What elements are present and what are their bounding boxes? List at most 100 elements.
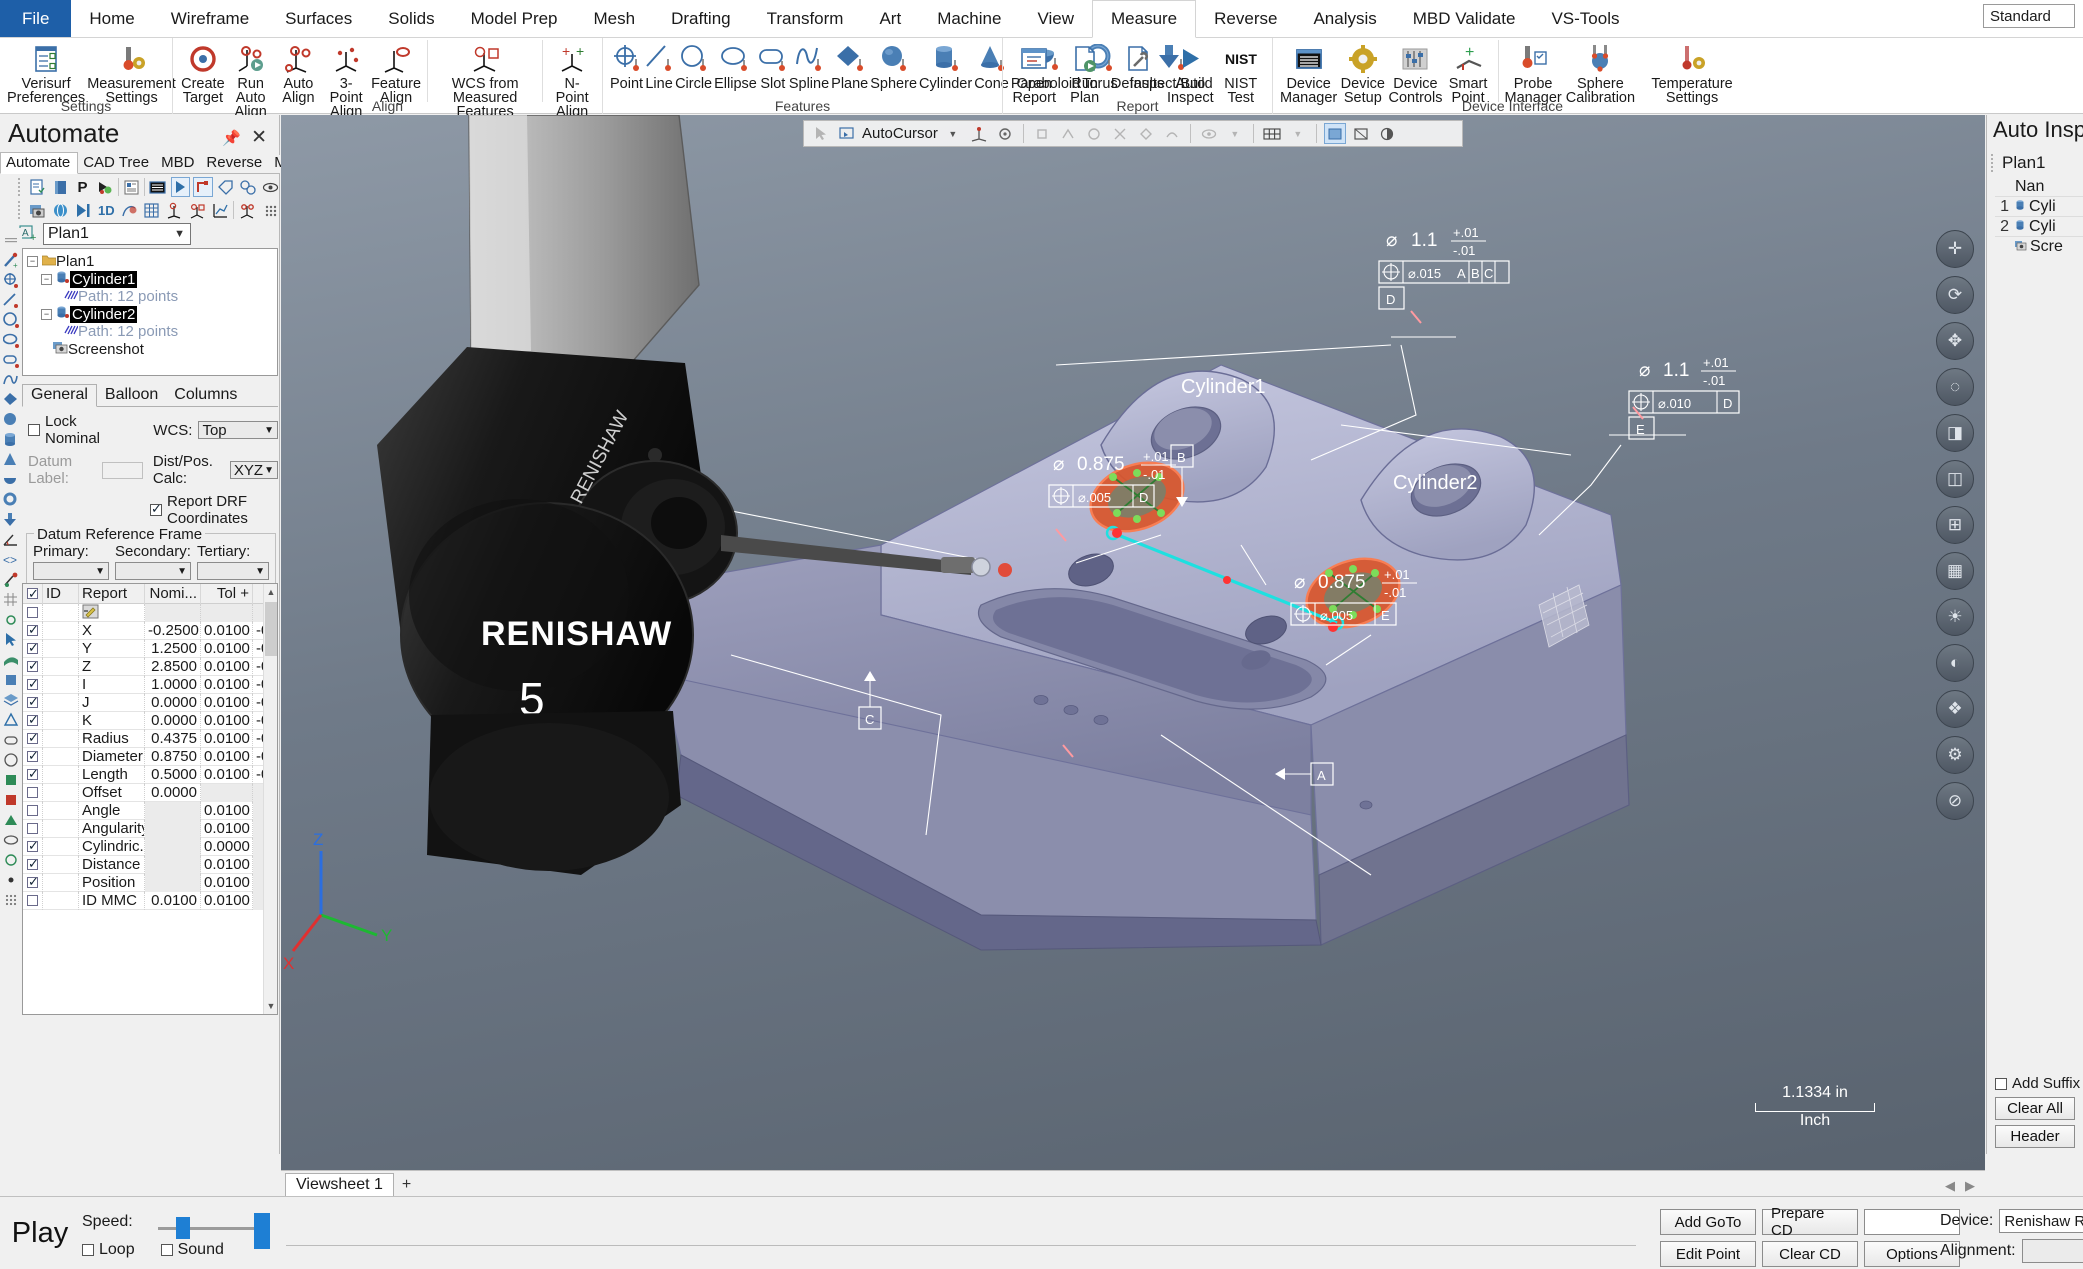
ribbon-tab-wireframe[interactable]: Wireframe	[153, 0, 267, 37]
row-checkbox[interactable]	[27, 823, 38, 835]
table-row[interactable]: I1.00000.0100-0.0100	[23, 675, 277, 694]
measure-spline-icon[interactable]	[2, 370, 20, 389]
row-checkbox-cell[interactable]	[23, 603, 43, 622]
measure-tool-icon[interactable]: ⊞	[1936, 506, 1974, 544]
ribbon-button-create-target[interactable]: Create Target	[179, 40, 227, 105]
ribbon-button-sphere[interactable]: Sphere	[869, 40, 918, 91]
cell-nominal[interactable]	[145, 603, 201, 622]
row-checkbox[interactable]	[27, 856, 39, 872]
cell-report[interactable]: Position	[79, 873, 145, 892]
measure-cylinder-icon[interactable]	[2, 430, 20, 449]
plan-letter-icon[interactable]: P	[73, 177, 92, 197]
speed-slider-track[interactable]	[158, 1227, 268, 1230]
balloon-icon[interactable]	[238, 177, 257, 197]
green-square-icon[interactable]	[2, 770, 20, 789]
chevron-down-icon[interactable]: ▼	[942, 123, 964, 144]
row-checkbox[interactable]	[27, 787, 38, 799]
table-row[interactable]: Radius0.43750.0100-0.0100	[23, 729, 277, 748]
grip-icon[interactable]	[2, 230, 20, 249]
table-row[interactable]: X-0.25000.0100-0.0100	[23, 621, 277, 640]
workspace-selector[interactable]: Standard	[1983, 4, 2075, 28]
cell-report[interactable]: X	[79, 621, 145, 640]
row-checkbox[interactable]	[27, 622, 39, 638]
row-checkbox-cell[interactable]	[23, 765, 43, 784]
cell-report[interactable]: Radius	[79, 729, 145, 748]
pin-icon[interactable]: 📌	[222, 129, 241, 147]
row-checkbox[interactable]	[27, 658, 39, 674]
ribbon-tab-analysis[interactable]: Analysis	[1295, 0, 1394, 37]
dist-pos-calc-select[interactable]: XYZ ▼	[229, 461, 278, 479]
measure-plane-icon[interactable]	[2, 390, 20, 409]
ribbon-button-ellipse[interactable]: Ellipse	[713, 40, 758, 91]
ribbon-tab-mbd-validate[interactable]: MBD Validate	[1395, 0, 1534, 37]
clear-all-button[interactable]: Clear All	[1995, 1097, 2075, 1120]
ribbon-button-auto-align[interactable]: Auto Align	[275, 40, 323, 105]
scroll-up-icon[interactable]: ▲	[265, 585, 277, 599]
grid-view-icon[interactable]	[148, 177, 167, 197]
viewport-toolbar[interactable]: AutoCursor ▼ ▼ ▼	[803, 120, 1463, 147]
ribbon-button-line[interactable]: Line	[644, 40, 674, 91]
add-goto-button[interactable]: Add GoTo	[1660, 1209, 1756, 1235]
panel-tab-cad-tree[interactable]: CAD Tree	[78, 153, 156, 173]
cell-tol-plus[interactable]	[201, 603, 253, 622]
collapse-icon[interactable]: −	[27, 255, 38, 267]
cell-nominal[interactable]: 1.2500	[145, 639, 201, 658]
target-probe-icon[interactable]	[2, 570, 20, 589]
ribbon-button-slot[interactable]: Slot	[758, 40, 788, 91]
tree-item-path-1[interactable]: Path: 12 points	[63, 288, 277, 305]
ribbon-tab-file[interactable]: File	[0, 0, 72, 37]
collapse-icon[interactable]: −	[41, 273, 52, 285]
ribbon-tab-drafting[interactable]: Drafting	[653, 0, 749, 37]
column-header-tol-plus[interactable]: Tol +	[201, 584, 253, 604]
autocursor-icon[interactable]	[836, 123, 858, 144]
row-checkbox-cell[interactable]	[23, 891, 43, 910]
edit-point-button[interactable]: Edit Point	[1660, 1241, 1756, 1267]
list-item[interactable]: 2 Cyli	[1995, 217, 2083, 237]
feature-properties-table[interactable]: ID Report Nomi... Tol + Tol - X-0.25000.…	[22, 583, 278, 1015]
tree-item-cylinder2[interactable]: − Cylinder2	[41, 305, 277, 323]
cell-report[interactable]: Length	[79, 765, 145, 784]
cell-nominal[interactable]: 1.0000	[145, 675, 201, 694]
play-plan-icon[interactable]	[170, 177, 191, 197]
chart-axis-icon[interactable]	[211, 200, 231, 220]
snap-settings-icon[interactable]	[994, 123, 1016, 144]
viewsheet-next-icon[interactable]: ▶	[1965, 1178, 1975, 1194]
ribbon-button-open-report[interactable]: Open Report	[1009, 40, 1059, 105]
column-header-report[interactable]: Report	[79, 584, 145, 604]
select-mode-icon[interactable]	[810, 123, 832, 144]
cell-tol-plus[interactable]: 0.0100	[201, 711, 253, 730]
cell-nominal[interactable]: 0.0000	[145, 783, 201, 802]
cell-nominal[interactable]: 0.4375	[145, 729, 201, 748]
tertiary-datum-select[interactable]: ▼	[197, 562, 269, 580]
ribbon-button-point[interactable]: Point	[609, 40, 644, 91]
sub-tab-general[interactable]: General	[22, 384, 97, 407]
table-row[interactable]: Diameter0.87500.0100-0.0100	[23, 747, 277, 766]
viewsheet-prev-icon[interactable]: ◀	[1945, 1178, 1955, 1194]
solid-icon[interactable]	[2, 670, 20, 689]
measure-cone-icon[interactable]	[2, 450, 20, 469]
row-checkbox-cell[interactable]	[23, 873, 43, 892]
table-row[interactable]: Length0.50000.0100-0.0100	[23, 765, 277, 784]
snap-nearest-icon[interactable]	[1161, 123, 1183, 144]
cell-id[interactable]	[43, 675, 79, 694]
measure-line-icon[interactable]	[2, 290, 20, 309]
wcs-triad-icon[interactable]	[968, 123, 990, 144]
prepare-cd-button[interactable]: Prepare CD	[1762, 1205, 1858, 1239]
cell-tol-plus[interactable]: 0.0100	[201, 873, 253, 892]
row-checkbox-cell[interactable]	[23, 801, 43, 820]
ribbon-button-feature-align[interactable]: Feature Align	[370, 40, 422, 105]
cell-nominal[interactable]	[145, 855, 201, 874]
ribbon-button-sphere-calibration[interactable]: Sphere Calibration	[1563, 40, 1638, 105]
sub-tab-balloon[interactable]: Balloon	[97, 385, 166, 406]
row-checkbox[interactable]	[27, 712, 39, 728]
table-scrollbar[interactable]: ▲ ▼	[263, 584, 277, 1014]
row-checkbox-cell[interactable]	[23, 639, 43, 658]
ribbon-tab-view[interactable]: View	[1019, 0, 1092, 37]
shade-options-icon[interactable]	[1376, 123, 1398, 144]
snap-center-icon[interactable]	[1083, 123, 1105, 144]
rotate-view-icon[interactable]: ⟳	[1936, 276, 1974, 314]
primary-datum-select[interactable]: ▼	[33, 562, 109, 580]
table-row[interactable]: Position 0.0100	[23, 873, 277, 892]
ribbon-button-probe-manager[interactable]: Probe Manager	[1504, 40, 1563, 105]
ribbon-button-device-controls[interactable]: Device Controls	[1387, 40, 1443, 105]
